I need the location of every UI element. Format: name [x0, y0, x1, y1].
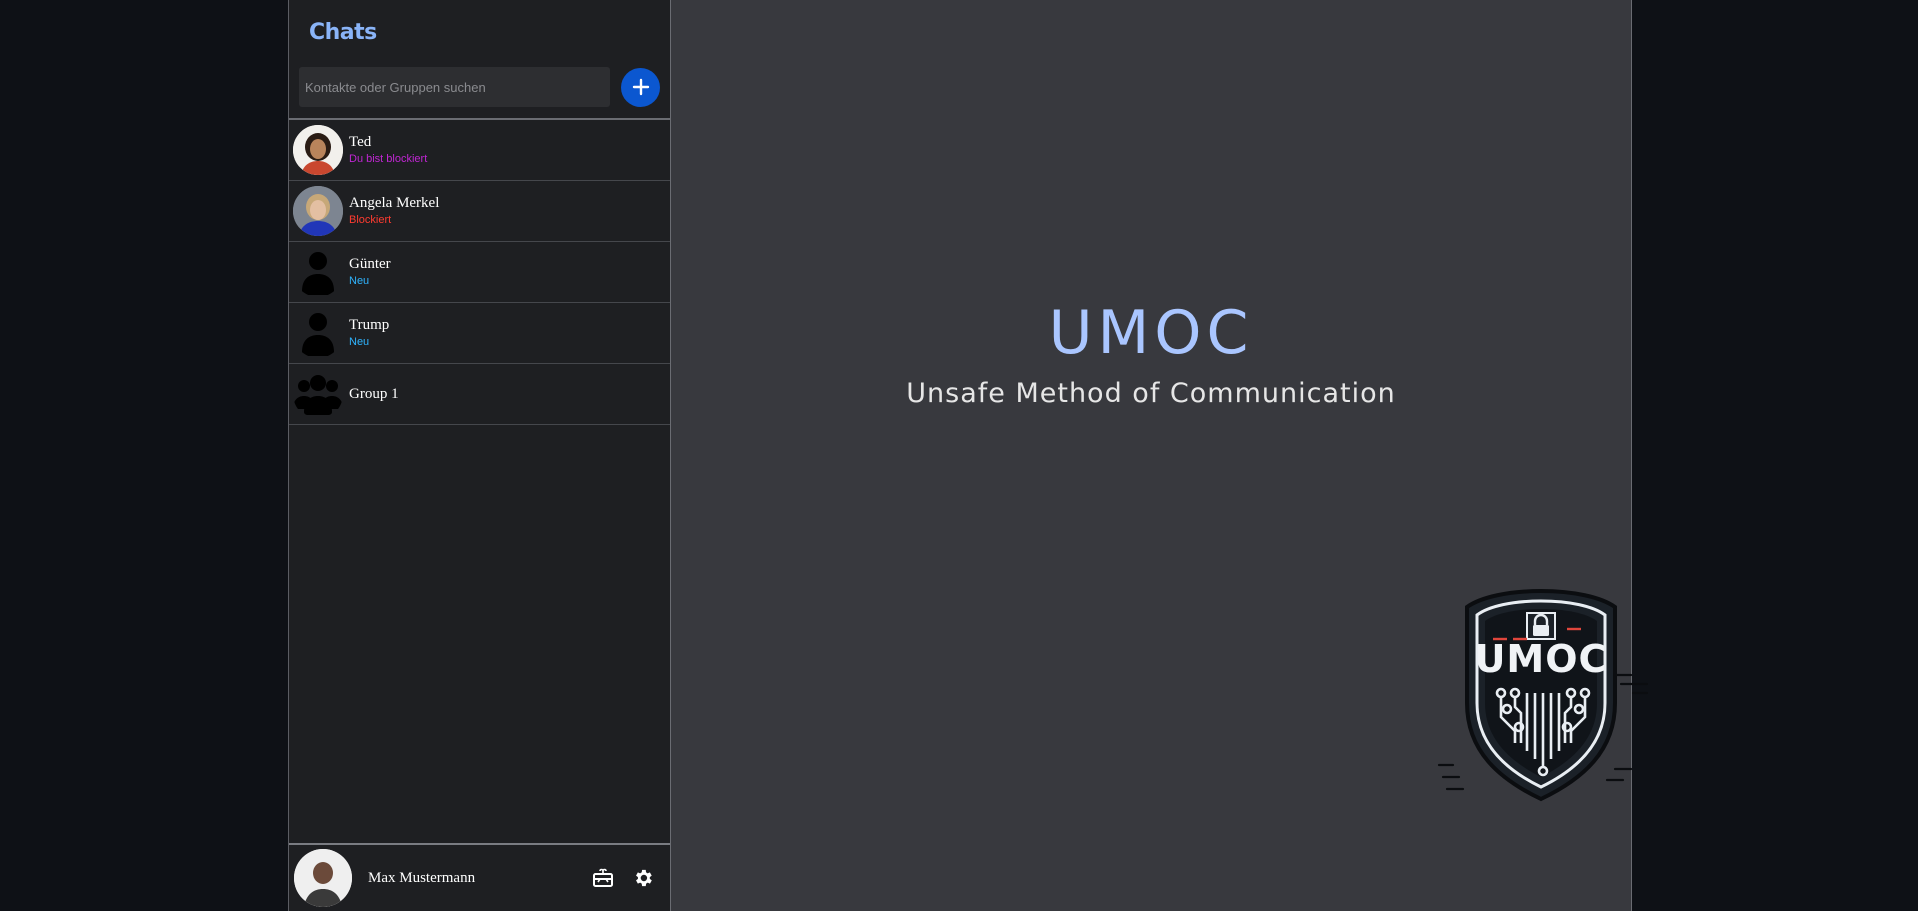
group-icon	[293, 369, 343, 419]
app-window: Chats Kontakte oder Gruppen suchen Ted D…	[288, 0, 1649, 911]
sidebar: Chats Kontakte oder Gruppen suchen Ted D…	[288, 0, 671, 911]
chat-list: Ted Du bist blockiert Angela Merkel Bloc…	[289, 118, 670, 425]
chat-name: Ted	[349, 134, 372, 150]
person-icon	[293, 247, 343, 297]
chat-name: Group 1	[349, 386, 399, 402]
avatar	[293, 186, 343, 236]
chat-item-ted[interactable]: Ted Du bist blockiert	[289, 120, 670, 181]
chat-item-gunter[interactable]: Günter Neu	[289, 242, 670, 303]
logo-text: UMOC	[1475, 637, 1608, 681]
gift-card-icon[interactable]	[590, 865, 616, 891]
plus-icon	[632, 78, 649, 96]
chat-status: Blockiert	[349, 214, 392, 226]
avatar	[293, 125, 343, 175]
search-input[interactable]	[299, 67, 611, 107]
chat-name: Trump	[349, 317, 390, 333]
welcome-pane: UMOC Unsafe Method of Communication UMOC	[671, 0, 1649, 911]
user-name: Max Mustermann	[368, 869, 476, 886]
chat-status: Du bist blockiert	[349, 153, 428, 165]
app-title: UMOC	[1048, 298, 1254, 368]
chat-item-trump[interactable]: Trump Neu	[289, 303, 670, 364]
gear-icon[interactable]	[630, 865, 656, 891]
chat-name: Günter	[349, 256, 391, 272]
chats-title: Chats	[309, 20, 377, 45]
app-subtitle: Unsafe Method of Communication	[906, 378, 1396, 409]
umoc-shield-logo: UMOC	[1437, 588, 1649, 802]
user-avatar[interactable]	[294, 849, 352, 907]
chat-status: Neu	[349, 275, 370, 287]
add-contact-button[interactable]	[621, 67, 660, 107]
chat-item-group-1[interactable]: Group 1	[289, 364, 670, 425]
chat-item-angela-merkel[interactable]: Angela Merkel Blockiert	[289, 181, 670, 242]
user-footer: Max Mustermann	[289, 843, 670, 911]
search-row	[299, 67, 660, 107]
chat-name: Angela Merkel	[349, 195, 440, 211]
chat-status: Neu	[349, 336, 370, 348]
person-icon	[293, 308, 343, 358]
